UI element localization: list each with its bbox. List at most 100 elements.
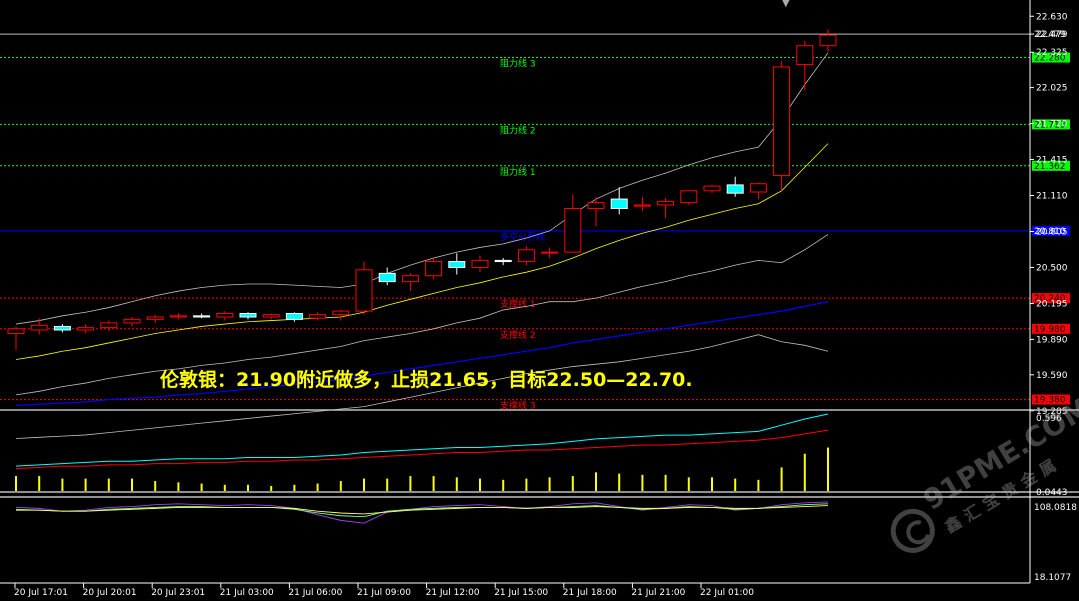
candle [146, 314, 164, 323]
candle-body [53, 325, 71, 331]
level-label: 支撑线 2 [500, 329, 536, 341]
level-label: 支撑线 1 [500, 298, 536, 310]
candle [355, 261, 373, 315]
candle [123, 317, 141, 327]
x-tick-label: 20 Jul 23:01 [151, 588, 205, 598]
candle [239, 312, 257, 320]
x-tick-label: 21 Jul 03:00 [220, 588, 274, 598]
candle-body [471, 259, 489, 268]
candle [633, 196, 651, 211]
candle-body [587, 202, 605, 209]
x-tick-label: 22 Jul 01:00 [700, 588, 754, 598]
y-tick-label: 19.890 [1036, 335, 1068, 345]
level-axis-value: 19.380 [1034, 396, 1066, 406]
osc-axis-top: 108.0818 [1034, 503, 1077, 513]
candle [309, 312, 327, 321]
candle-body [773, 66, 791, 176]
candle-body [401, 275, 419, 283]
candle [53, 324, 71, 333]
x-tick-label: 21 Jul 21:00 [631, 588, 685, 598]
candle-body [680, 190, 698, 204]
candle [796, 41, 814, 91]
volume-axis-bottom: 0.0443 [1036, 488, 1068, 498]
candle [726, 176, 744, 197]
candle-body [657, 200, 675, 206]
candle-body [146, 316, 164, 320]
candle [425, 258, 443, 280]
candle [587, 196, 605, 227]
y-tick-label: 22.025 [1036, 84, 1068, 94]
candle-body [796, 45, 814, 66]
y-tick-label: 20.195 [1036, 299, 1068, 309]
candle [401, 273, 419, 292]
candle [285, 312, 303, 322]
chart-canvas[interactable]: 阻力线 322.280阻力线 221.713阻力线 121.362多空分界线20… [0, 0, 1079, 601]
candle-body [726, 184, 744, 194]
trading-advice-headline: 伦敦银：21.90附近做多，止损21.65，目标22.50—22.70. [160, 369, 693, 391]
candle [169, 313, 187, 320]
candle-body [425, 261, 443, 277]
candle-body [193, 315, 211, 318]
candle [262, 313, 280, 320]
x-tick-label: 21 Jul 12:00 [426, 588, 480, 598]
candle-body [77, 327, 95, 331]
x-tick-label: 21 Jul 15:00 [494, 588, 548, 598]
candle [448, 253, 466, 275]
candle-body [309, 314, 327, 319]
candle [680, 190, 698, 205]
osc-axis-bottom: 18.1077 [1034, 573, 1071, 583]
candle-body [169, 315, 187, 318]
candle [332, 309, 350, 321]
candle [193, 313, 211, 319]
candle [77, 324, 95, 334]
candle [657, 197, 675, 218]
candle-body [517, 249, 535, 263]
x-tick-label: 21 Jul 18:00 [563, 588, 617, 598]
scroll-marker-icon: ▼ [782, 0, 790, 9]
y-tick-label: 21.720 [1036, 120, 1068, 130]
level-label: 阻力线 2 [500, 124, 536, 136]
candle [819, 29, 837, 52]
volume-vol_line_1 [15, 413, 829, 467]
candle [517, 246, 535, 266]
candle [494, 258, 512, 266]
candle-body [355, 269, 373, 312]
candle-body [30, 324, 48, 331]
x-tick-label: 21 Jul 06:00 [288, 588, 342, 598]
x-tick-label: 21 Jul 09:00 [357, 588, 411, 598]
y-tick-label: 22.630 [1036, 12, 1068, 22]
candle-body [262, 314, 280, 318]
candle-body [332, 310, 350, 316]
y-tick-label: 21.110 [1036, 192, 1068, 202]
y-tick-label: 19.590 [1036, 371, 1068, 381]
level-axis-value: 19.980 [1034, 325, 1066, 335]
candle [703, 184, 721, 194]
candle-body [564, 208, 582, 253]
candle [541, 247, 559, 259]
y-tick-label: 21.415 [1036, 156, 1068, 166]
candle-body [819, 34, 837, 47]
candle [216, 311, 234, 321]
level-label: 阻力线 3 [500, 58, 536, 70]
candle [378, 267, 396, 286]
candle [7, 326, 25, 351]
y-tick-label: 20.805 [1036, 227, 1068, 237]
candle-body [378, 272, 396, 283]
candle-body [239, 312, 257, 318]
volume-axis-top: 0.596 [1036, 414, 1062, 424]
candle [749, 182, 767, 200]
candle-body [703, 185, 721, 192]
oscillator-osc_purple [15, 501, 829, 524]
y-tick-label: 22.479 [1036, 30, 1068, 40]
candle-body [100, 322, 118, 329]
candle [564, 194, 582, 253]
candle-body [541, 251, 559, 254]
x-tick-label: 20 Jul 20:01 [83, 588, 137, 598]
candle-body [123, 318, 141, 324]
level-label: 阻力线 1 [500, 166, 536, 178]
candle-body [610, 198, 628, 210]
level-label: 多空分界线 [500, 231, 545, 243]
candle-body [633, 204, 651, 207]
candle-body [7, 328, 25, 335]
series-ma_fast [15, 143, 829, 360]
